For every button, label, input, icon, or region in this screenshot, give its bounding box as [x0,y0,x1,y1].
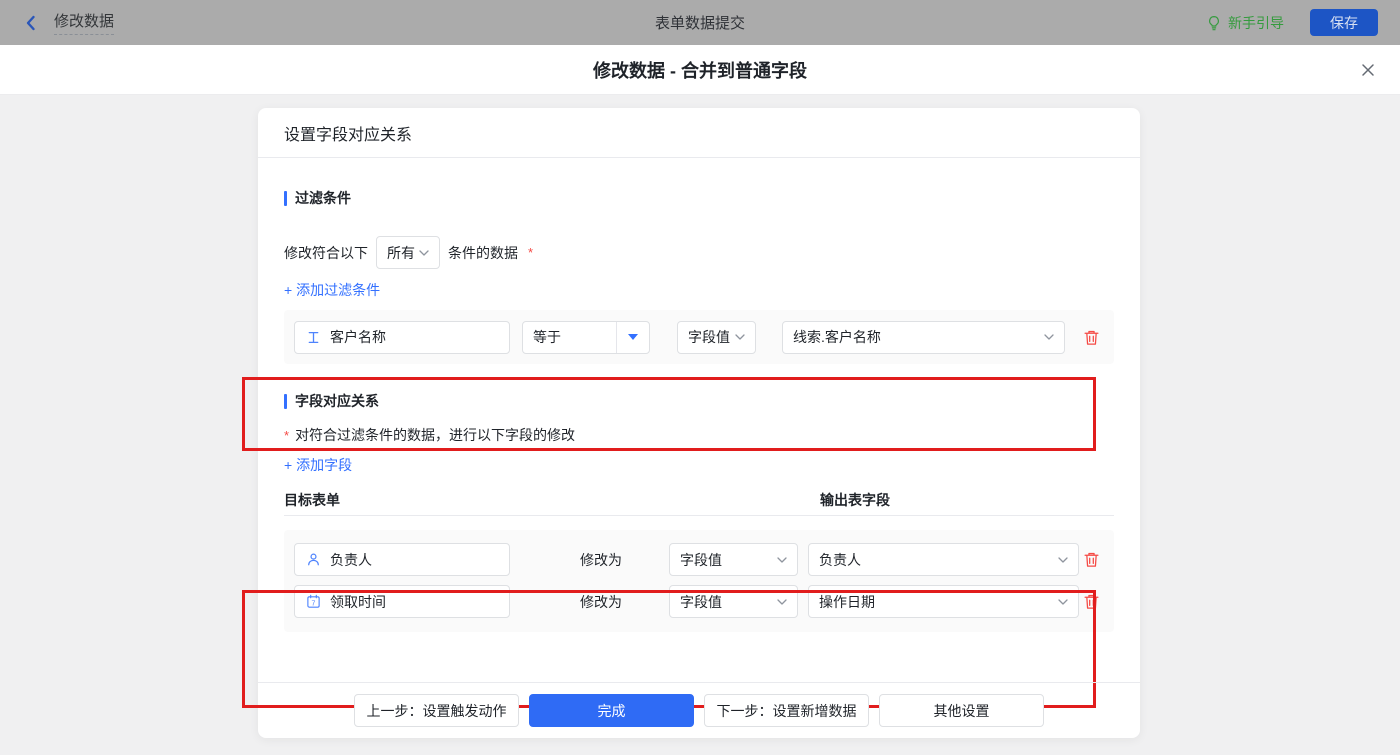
condition-row: 修改符合以下 所有 条件的数据 * [284,236,1114,269]
card-header-title: 设置字段对应关系 [258,108,1140,158]
back-button[interactable] [22,14,40,32]
chevron-down-icon [735,334,745,340]
filter-field-input[interactable]: 客户名称 [294,320,510,354]
filter-section-title-label: 过滤条件 [295,190,351,206]
chevron-down-icon [777,556,787,563]
mapping-value-select[interactable]: 操作日期 [808,585,1079,618]
trash-icon [1083,593,1100,610]
modal-title: 修改数据 - 合并到普通字段 [593,60,807,81]
mapping-value-type-value: 字段值 [680,551,722,568]
filter-value-type-select[interactable]: 字段值 [677,320,756,354]
chevron-down-icon [1044,334,1054,340]
caret-down-icon [616,321,649,353]
mapping-description: * 对符合过滤条件的数据，进行以下字段的修改 [284,425,1114,445]
filter-field-value: 客户名称 [330,329,386,345]
filter-value-type-value: 字段值 [688,329,730,345]
person-icon [306,552,321,567]
close-icon [1360,62,1376,78]
mapping-row: 负责人 修改为 字段值 负责人 [294,543,1104,576]
mapping-value-select[interactable]: 负责人 [808,543,1079,576]
mapping-value-type-select[interactable]: 字段值 [669,585,798,618]
chevron-down-icon [419,249,429,256]
close-button[interactable] [1360,62,1376,78]
next-step-button[interactable]: 下一步：设置新增数据 [704,694,869,727]
condition-suffix-label: 条件的数据 [448,244,518,261]
column-output-field: 输出表字段 [820,492,890,508]
mapping-row: 7 领取时间 修改为 字段值 操作日期 [294,585,1104,618]
mapping-value-type-value: 字段值 [680,593,722,610]
filter-value-select[interactable]: 线索.客户名称 [782,320,1065,354]
calendar-icon: 7 [306,594,321,609]
divider [284,515,1114,516]
text-field-icon [306,330,321,345]
chevron-down-icon [1058,556,1068,563]
other-settings-button[interactable]: 其他设置 [879,694,1044,727]
mapping-value-value: 操作日期 [819,593,875,610]
filter-operator-select[interactable]: 等于 [522,320,650,354]
filter-value-value: 线索.客户名称 [793,329,881,345]
top-bar: 表单数据提交 修改数据 新手引导 保存 [0,0,1400,45]
column-target-form: 目标表单 [284,492,340,508]
mapping-value-value: 负责人 [819,551,861,568]
delete-filter-row-button[interactable] [1083,329,1100,346]
section-bar [284,393,287,409]
mapping-section-title-label: 字段对应关系 [295,393,379,409]
add-filter-condition-link[interactable]: + 添加过滤条件 [284,283,380,298]
filter-operator-value: 等于 [533,329,561,345]
delete-mapping-row-button[interactable] [1083,593,1100,610]
workflow-name[interactable]: 修改数据 [54,10,115,35]
mapping-field-input[interactable]: 负责人 [294,543,510,576]
delete-mapping-row-button[interactable] [1083,551,1100,568]
mapping-columns-header: 目标表单 输出表字段 [284,490,1114,508]
mapping-rows-container: 负责人 修改为 字段值 负责人 7 领取时间 修改为 字段值 操作日期 [284,530,1114,632]
mapping-value-type-select[interactable]: 字段值 [669,543,798,576]
beginner-guide-label: 新手引导 [1228,14,1284,31]
mapping-field-value: 领取时间 [330,593,386,610]
settings-card: 设置字段对应关系 过滤条件 修改符合以下 所有 条件的数据 * + 添加过滤条件… [242,108,1140,738]
section-bar [284,190,287,206]
modal-body: 设置字段对应关系 过滤条件 修改符合以下 所有 条件的数据 * + 添加过滤条件… [0,95,1400,755]
prev-step-button[interactable]: 上一步：设置触发动作 [354,694,519,727]
done-button[interactable]: 完成 [529,694,694,727]
mapping-description-text: 对符合过滤条件的数据，进行以下字段的修改 [295,427,576,443]
modal-header: 修改数据 - 合并到普通字段 [0,45,1400,95]
mapping-section-title: 字段对应关系 [284,391,1114,411]
filter-section-title: 过滤条件 [284,188,1114,208]
trash-icon [1083,329,1100,346]
filter-condition-row: 客户名称 等于 字段值 线索.客户名称 [284,310,1114,364]
mapping-field-input[interactable]: 7 领取时间 [294,585,510,618]
condition-scope-select[interactable]: 所有 [376,236,440,269]
beginner-guide-link[interactable]: 新手引导 [1206,13,1284,33]
condition-scope-value: 所有 [387,244,415,261]
card-footer: 上一步：设置触发动作 完成 下一步：设置新增数据 其他设置 [258,682,1140,738]
save-button[interactable]: 保存 [1310,9,1378,36]
required-asterisk: * [528,245,534,260]
chevron-down-icon [1058,598,1068,605]
modify-to-label: 修改为 [580,551,622,568]
add-field-link[interactable]: + 添加字段 [284,458,352,473]
chevron-left-icon [22,14,40,32]
chevron-down-icon [777,598,787,605]
lightbulb-icon [1206,15,1222,31]
form-submit-title: 表单数据提交 [654,15,745,32]
mapping-field-value: 负责人 [330,551,372,568]
condition-prefix-label: 修改符合以下 [284,244,368,261]
required-asterisk: * [284,427,290,443]
svg-text:7: 7 [312,600,316,607]
trash-icon [1083,551,1100,568]
modify-to-label: 修改为 [580,593,622,610]
